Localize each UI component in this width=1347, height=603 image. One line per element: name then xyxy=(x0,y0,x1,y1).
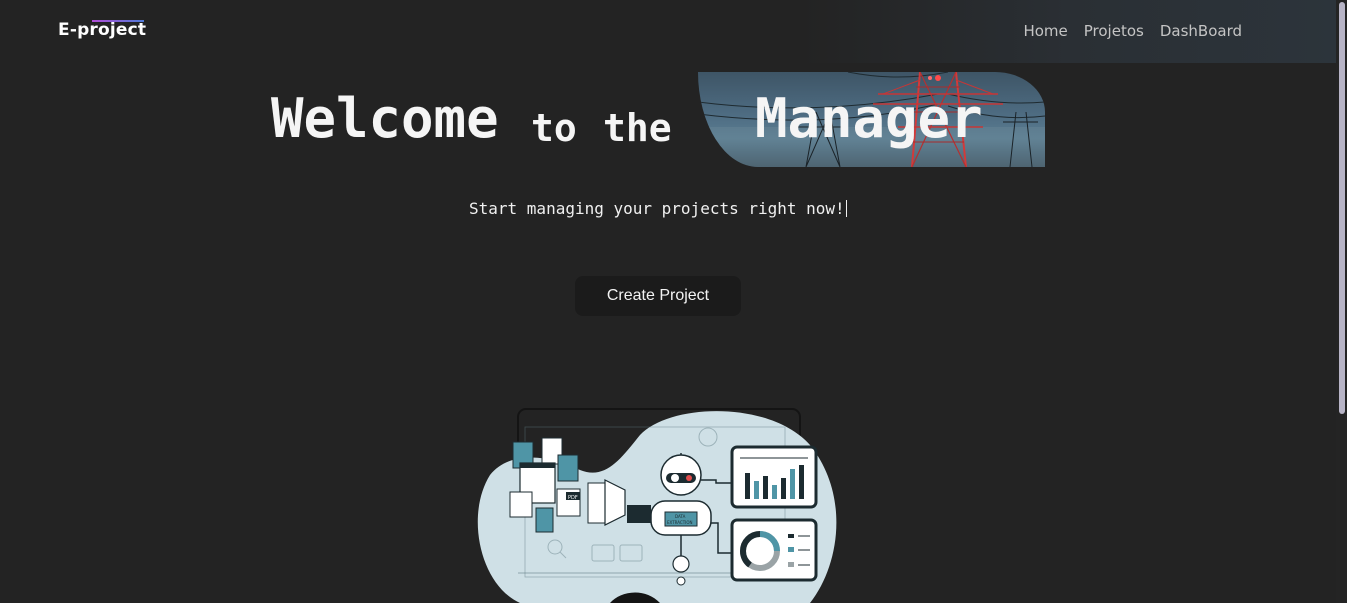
robot-label-data: DATA xyxy=(675,514,686,519)
nav-links: Home Projetos DashBoard xyxy=(1023,22,1242,40)
bar-chart-panel xyxy=(730,445,818,509)
data-extraction-illustration: PDF DATA EXTRACTION xyxy=(477,408,837,603)
nav-link-projetos[interactable]: Projetos xyxy=(1084,22,1144,40)
scrollbar[interactable] xyxy=(1336,0,1347,603)
hero-title-the: the xyxy=(603,106,672,150)
logo[interactable]: E-project xyxy=(58,20,146,40)
hero-title-manager: Manager xyxy=(755,87,983,150)
hero-subtitle-text: Start managing your projects right now! xyxy=(469,199,845,218)
pdf-label: PDF xyxy=(568,495,578,501)
nav-link-dashboard[interactable]: DashBoard xyxy=(1160,22,1242,40)
donut-chart-panel xyxy=(730,518,818,582)
robot-label-extraction: EXTRACTION xyxy=(667,520,692,525)
navbar: E-project Home Projetos DashBoard xyxy=(0,0,1336,63)
hero-title-welcome: Welcome xyxy=(271,87,499,150)
scrollbar-thumb[interactable] xyxy=(1339,2,1345,414)
hero-title-to: to xyxy=(531,106,577,150)
hero-subtitle: Start managing your projects right now! xyxy=(469,199,847,218)
nav-link-home[interactable]: Home xyxy=(1023,22,1067,40)
create-project-button[interactable]: Create Project xyxy=(575,276,741,316)
typing-cursor xyxy=(845,200,847,217)
